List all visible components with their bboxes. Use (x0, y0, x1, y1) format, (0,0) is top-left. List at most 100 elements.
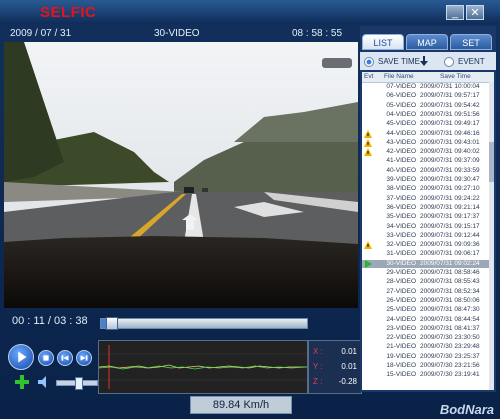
save-time: 2009/07/31 09:06:17 (420, 250, 480, 258)
seek-bar-thumb[interactable] (106, 317, 119, 330)
gsensor-y-value: 0.01 (341, 362, 357, 371)
event-cell (364, 288, 372, 296)
event-cell (364, 325, 372, 333)
next-icon (80, 355, 88, 361)
add-icon[interactable] (14, 374, 30, 390)
video-clock: 08 : 58 : 55 (292, 28, 343, 39)
save-time: 2009/07/31 08:55:43 (420, 278, 480, 286)
list-item[interactable]: 18-VIDEO 2009/07/30 23:21:56 (362, 362, 494, 370)
column-save-time: Save Time (440, 73, 471, 80)
file-list-scrollbar[interactable] (489, 82, 494, 390)
list-item[interactable]: 43-VIDEO 2009/07/31 09:43:01 (362, 138, 494, 147)
list-item[interactable]: 41-VIDEO 2009/07/31 09:37:09 (362, 157, 494, 165)
list-item[interactable]: 25-VIDEO 2009/07/31 08:47:30 (362, 306, 494, 314)
list-item[interactable]: 19-VIDEO 2009/07/30 23:25:37 (362, 353, 494, 361)
video-header: 2009 / 07 / 31 30-VIDEO 08 : 58 : 55 (4, 26, 358, 42)
play-button[interactable] (8, 344, 34, 370)
window-controls: _ ✕ (446, 5, 484, 20)
list-item[interactable]: 07-VIDEO 2009/07/31 10:00:04 (362, 83, 494, 91)
event-cell (364, 92, 372, 100)
file-name: 36-VIDEO (386, 203, 416, 211)
list-item[interactable]: 15-VIDEO 2009/07/30 23:19:41 (362, 371, 494, 379)
list-item[interactable]: 31-VIDEO 2009/07/31 09:06:17 (362, 250, 494, 258)
save-time: 2009/07/31 09:09:36 (420, 241, 480, 249)
save-time: 2009/07/31 08:44:54 (420, 315, 480, 323)
list-item[interactable]: 04-VIDEO 2009/07/31 09:51:56 (362, 111, 494, 119)
sort-filter-bar: SAVE TIME EVENT (360, 52, 496, 70)
file-name: 34-VIDEO (386, 222, 416, 230)
previous-button[interactable] (57, 350, 73, 366)
file-list[interactable]: Evt File Name Save Time 07-VIDEO 2009/07/… (362, 72, 494, 390)
list-item[interactable]: 06-VIDEO 2009/07/31 09:57:17 (362, 92, 494, 100)
save-time: 2009/07/30 23:21:56 (420, 362, 480, 369)
minimize-button[interactable]: _ (446, 5, 464, 20)
save-time: 2009/07/30 23:19:41 (420, 371, 480, 379)
save-time: 2009/07/31 09:33:59 (420, 166, 480, 174)
list-item[interactable]: 27-VIDEO 2009/07/31 08:52:34 (362, 288, 494, 296)
list-item[interactable]: 39-VIDEO 2009/07/31 09:30:47 (362, 176, 494, 184)
volume-slider-knob[interactable] (75, 377, 83, 390)
list-item[interactable]: 44-VIDEO 2009/07/31 09:46:16 (362, 129, 494, 138)
file-name: 05-VIDEO (386, 101, 416, 109)
file-name: 15-VIDEO (386, 371, 416, 379)
tab-map[interactable]: MAP (406, 34, 448, 50)
gsensor-z-value: -0.28 (338, 377, 357, 386)
previous-icon (61, 355, 69, 361)
list-item[interactable]: 05-VIDEO 2009/07/31 09:54:42 (362, 102, 494, 110)
tab-list[interactable]: LIST (362, 34, 404, 50)
save-time-radio[interactable] (364, 57, 374, 67)
event-cell (364, 278, 372, 286)
event-cell (364, 213, 372, 221)
file-name: 18-VIDEO (386, 362, 416, 369)
save-time: 2009/07/31 09:43:01 (420, 138, 480, 146)
list-item[interactable]: 32-VIDEO 2009/07/31 09:09:36 (362, 241, 494, 250)
file-name: 07-VIDEO (386, 83, 416, 90)
file-name: 30-VIDEO (386, 259, 416, 267)
brand-logo: SELFIC (40, 4, 97, 21)
save-time: 2009/07/31 10:00:04 (420, 83, 480, 90)
tab-set[interactable]: SET (450, 34, 492, 50)
scrollbar-thumb[interactable] (489, 142, 494, 182)
event-cell (364, 185, 372, 193)
list-item[interactable]: 21-VIDEO 2009/07/30 23:29:48 (362, 343, 494, 351)
next-button[interactable] (76, 350, 92, 366)
save-time: 2009/07/31 09:27:10 (420, 185, 480, 193)
list-item[interactable]: 26-VIDEO 2009/07/31 08:50:06 (362, 297, 494, 305)
save-time: 2009/07/31 09:40:02 (420, 148, 480, 156)
volume-icon[interactable] (36, 374, 52, 390)
list-item[interactable]: 37-VIDEO 2009/07/31 09:24:22 (362, 195, 494, 203)
file-name: 22-VIDEO (386, 334, 416, 342)
file-name: 39-VIDEO (386, 176, 416, 183)
event-cell (364, 204, 372, 212)
list-item[interactable]: 45-VIDEO 2009/07/31 09:49:17 (362, 120, 494, 128)
gsensor-z: Z : -0.28 (313, 377, 361, 389)
list-item[interactable]: 33-VIDEO 2009/07/31 09:12:44 (362, 232, 494, 240)
save-time: 2009/07/31 09:02:24 (420, 259, 480, 267)
close-button[interactable]: ✕ (466, 5, 484, 20)
file-name: 40-VIDEO (386, 166, 416, 174)
list-item[interactable]: 34-VIDEO 2009/07/31 09:15:17 (362, 223, 494, 231)
list-item[interactable]: 30-VIDEO 2009/07/31 09:02:24 (362, 259, 494, 268)
list-item[interactable]: 40-VIDEO 2009/07/31 09:33:59 (362, 167, 494, 175)
list-item[interactable]: 29-VIDEO 2009/07/31 08:58:46 (362, 269, 494, 277)
list-item[interactable]: 38-VIDEO 2009/07/31 09:27:10 (362, 185, 494, 193)
list-item[interactable]: 22-VIDEO 2009/07/30 23:30:50 (362, 334, 494, 342)
warning-icon (364, 138, 372, 147)
save-time: 2009/07/31 09:21:14 (420, 203, 480, 211)
stop-button[interactable] (38, 350, 54, 366)
event-cell (364, 223, 372, 231)
list-item[interactable]: 42-VIDEO 2009/07/31 09:40:02 (362, 148, 494, 157)
list-item[interactable]: 24-VIDEO 2009/07/31 08:44:54 (362, 316, 494, 324)
list-item[interactable]: 28-VIDEO 2009/07/31 08:55:43 (362, 278, 494, 286)
file-name: 27-VIDEO (386, 287, 416, 295)
seek-bar[interactable] (100, 317, 308, 330)
event-radio[interactable] (444, 57, 454, 67)
save-time: 2009/07/30 23:29:48 (420, 343, 480, 351)
video-frame[interactable] (4, 42, 358, 308)
list-item[interactable]: 36-VIDEO 2009/07/31 09:21:14 (362, 204, 494, 212)
title-bar[interactable]: SELFIC _ ✕ (0, 0, 500, 24)
list-item[interactable]: 23-VIDEO 2009/07/31 08:41:37 (362, 325, 494, 333)
file-name: 23-VIDEO (386, 324, 416, 332)
volume-slider[interactable] (56, 377, 98, 390)
list-item[interactable]: 35-VIDEO 2009/07/31 09:17:37 (362, 213, 494, 221)
